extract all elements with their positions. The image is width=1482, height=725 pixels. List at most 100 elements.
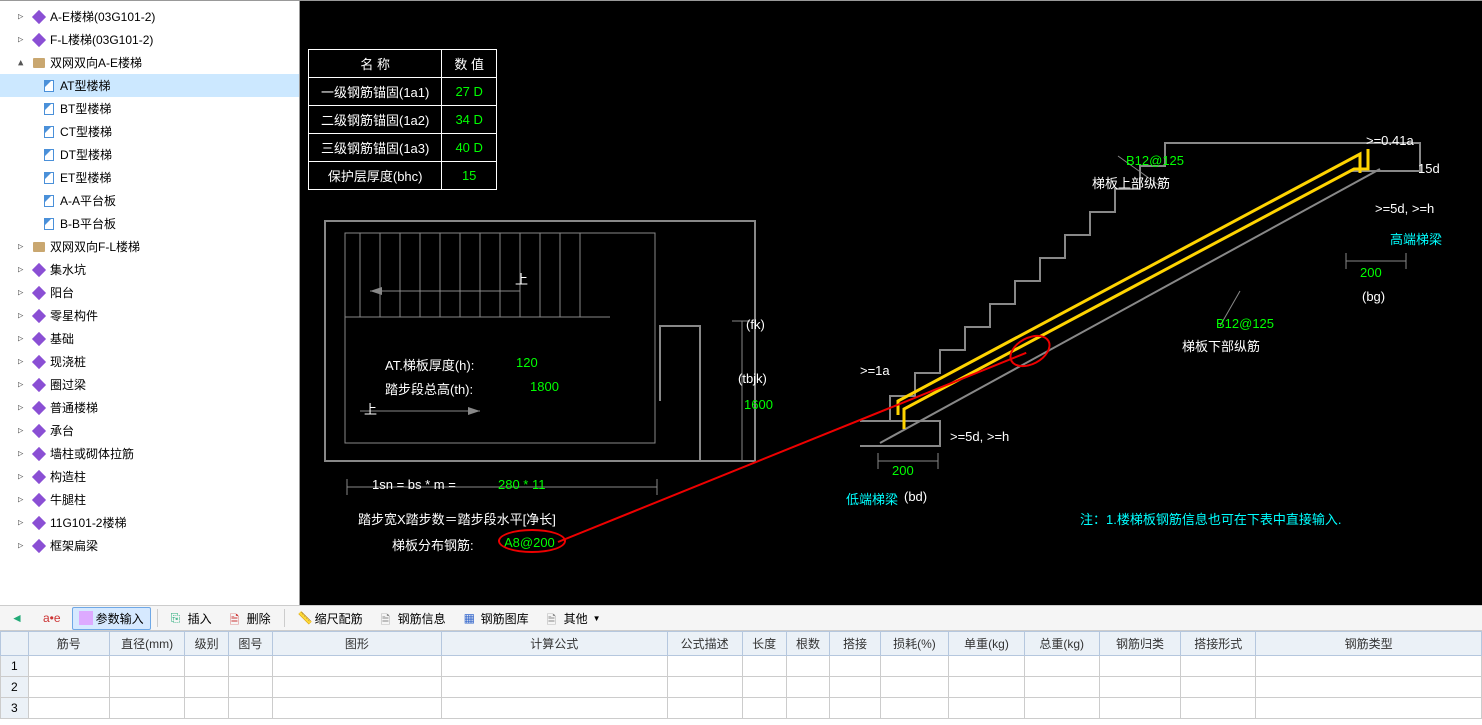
grid-cell[interactable] — [28, 656, 109, 677]
grid-cell[interactable] — [1181, 656, 1256, 677]
tree-item[interactable]: ▲双网双向A-E楼梯 — [0, 51, 299, 74]
grid-cell[interactable] — [229, 677, 273, 698]
tree-item[interactable]: ▷承台 — [0, 419, 299, 442]
grid-cell[interactable] — [185, 698, 229, 719]
grid-cell[interactable] — [442, 677, 668, 698]
grid-cell[interactable] — [1181, 677, 1256, 698]
grid-cell[interactable] — [949, 677, 1024, 698]
tree-item[interactable]: ▷普通楼梯 — [0, 396, 299, 419]
tree-item[interactable]: ▷框架扁梁 — [0, 534, 299, 557]
grid-header[interactable]: 筋号 — [28, 632, 109, 656]
tree-item[interactable]: ▷构造柱 — [0, 465, 299, 488]
grid-cell[interactable] — [742, 656, 786, 677]
left-arrow-btn[interactable]: ◄ — [4, 608, 32, 628]
grid-cell[interactable] — [1256, 698, 1482, 719]
grid-cell[interactable] — [830, 656, 880, 677]
th-val[interactable]: 1800 — [530, 379, 559, 394]
bot-bar[interactable]: B12@125 — [1216, 316, 1274, 331]
grid-cell[interactable] — [1099, 677, 1180, 698]
top-bar[interactable]: B12@125 — [1126, 153, 1184, 168]
insert-btn[interactable]: ⎘插入 — [164, 607, 219, 630]
grid-cell[interactable] — [830, 698, 880, 719]
grid-cell[interactable] — [1256, 656, 1482, 677]
other-btn[interactable]: 🗎其他▼ — [540, 607, 608, 630]
tree-item[interactable]: ▷11G101-2楼梯 — [0, 511, 299, 534]
grid-cell[interactable] — [442, 656, 668, 677]
tree-item[interactable]: B-B平台板 — [0, 212, 299, 235]
grid-cell[interactable] — [786, 698, 830, 719]
h-val[interactable]: 120 — [516, 355, 538, 370]
grid-cell[interactable] — [1024, 698, 1099, 719]
grid-header[interactable]: 直径(mm) — [110, 632, 185, 656]
grid-cell[interactable] — [185, 677, 229, 698]
grid-header[interactable]: 根数 — [786, 632, 830, 656]
tree-item[interactable]: ET型楼梯 — [0, 166, 299, 189]
grid-cell[interactable] — [110, 656, 185, 677]
rebar-data-grid[interactable]: 筋号直径(mm)级别图号图形计算公式公式描述长度根数搭接损耗(%)单重(kg)总… — [0, 631, 1482, 719]
grid-cell[interactable] — [442, 698, 668, 719]
tree-item[interactable]: ▷集水坑 — [0, 258, 299, 281]
grid-cell[interactable] — [229, 656, 273, 677]
delete-btn[interactable]: 🗎删除 — [223, 607, 278, 630]
grid-cell[interactable] — [880, 677, 949, 698]
grid-cell[interactable] — [1024, 677, 1099, 698]
grid-cell[interactable] — [28, 677, 109, 698]
grid-cell[interactable] — [1024, 656, 1099, 677]
component-tree[interactable]: ▷A-E楼梯(03G101-2)▷F-L楼梯(03G101-2)▲双网双向A-E… — [0, 1, 300, 605]
grid-cell[interactable] — [667, 677, 742, 698]
grid-cell[interactable] — [272, 677, 441, 698]
grid-cell[interactable] — [229, 698, 273, 719]
grid-header[interactable]: 搭接 — [830, 632, 880, 656]
tree-item[interactable]: ▷基础 — [0, 327, 299, 350]
tree-item[interactable]: ▷圈过梁 — [0, 373, 299, 396]
grid-cell[interactable] — [1099, 656, 1180, 677]
rebar-lib-btn[interactable]: ▦钢筋图库 — [457, 607, 536, 630]
tree-item[interactable]: ▷F-L楼梯(03G101-2) — [0, 28, 299, 51]
grid-cell[interactable] — [742, 698, 786, 719]
grid-header[interactable]: 级别 — [185, 632, 229, 656]
table-row[interactable]: 1 — [1, 656, 1482, 677]
param-input-btn[interactable]: 参数输入 — [72, 607, 151, 630]
grid-cell[interactable] — [110, 698, 185, 719]
grid-cell[interactable] — [949, 698, 1024, 719]
tree-item[interactable]: ▷墙柱或砌体拉筋 — [0, 442, 299, 465]
tbjk-val[interactable]: 1600 — [744, 397, 773, 412]
grid-header[interactable]: 长度 — [742, 632, 786, 656]
grid-cell[interactable] — [880, 698, 949, 719]
tree-item[interactable]: ▷A-E楼梯(03G101-2) — [0, 5, 299, 28]
grid-cell[interactable] — [1099, 698, 1180, 719]
grid-header[interactable]: 总重(kg) — [1024, 632, 1099, 656]
table-row[interactable]: 2 — [1, 677, 1482, 698]
grid-header[interactable]: 钢筋归类 — [1099, 632, 1180, 656]
grid-cell[interactable] — [272, 698, 441, 719]
aei-btn[interactable]: a•e — [36, 608, 68, 628]
tree-item[interactable]: AT型楼梯 — [0, 74, 299, 97]
grid-header[interactable]: 图号 — [229, 632, 273, 656]
grid-cell[interactable] — [742, 677, 786, 698]
grid-cell[interactable] — [786, 656, 830, 677]
grid-header[interactable]: 图形 — [272, 632, 441, 656]
grid-header[interactable]: 搭接形式 — [1181, 632, 1256, 656]
rebar-info-btn[interactable]: 🗎钢筋信息 — [374, 607, 453, 630]
tree-item[interactable]: ▷零星构件 — [0, 304, 299, 327]
grid-cell[interactable] — [786, 677, 830, 698]
drawing-canvas[interactable]: 名 称数 值 一级钢筋锚固(1a1)27 D二级钢筋锚固(1a2)34 D三级钢… — [300, 1, 1482, 605]
grid-cell[interactable] — [272, 656, 441, 677]
grid-cell[interactable] — [830, 677, 880, 698]
tree-item[interactable]: CT型楼梯 — [0, 120, 299, 143]
tree-item[interactable]: ▷阳台 — [0, 281, 299, 304]
grid-cell[interactable] — [667, 698, 742, 719]
grid-cell[interactable] — [1256, 677, 1482, 698]
grid-header[interactable]: 单重(kg) — [949, 632, 1024, 656]
grid-cell[interactable] — [880, 656, 949, 677]
tree-item[interactable]: ▷双网双向F-L楼梯 — [0, 235, 299, 258]
grid-cell[interactable] — [110, 677, 185, 698]
ruler-btn[interactable]: 📏缩尺配筋 — [291, 607, 370, 630]
tree-item[interactable]: ▷牛腿柱 — [0, 488, 299, 511]
tree-item[interactable]: ▷现浇桩 — [0, 350, 299, 373]
table-row[interactable]: 3 — [1, 698, 1482, 719]
tree-item[interactable]: BT型楼梯 — [0, 97, 299, 120]
grid-header[interactable]: 公式描述 — [667, 632, 742, 656]
tree-item[interactable]: DT型楼梯 — [0, 143, 299, 166]
lsn-val[interactable]: 280 * 11 — [498, 477, 545, 492]
